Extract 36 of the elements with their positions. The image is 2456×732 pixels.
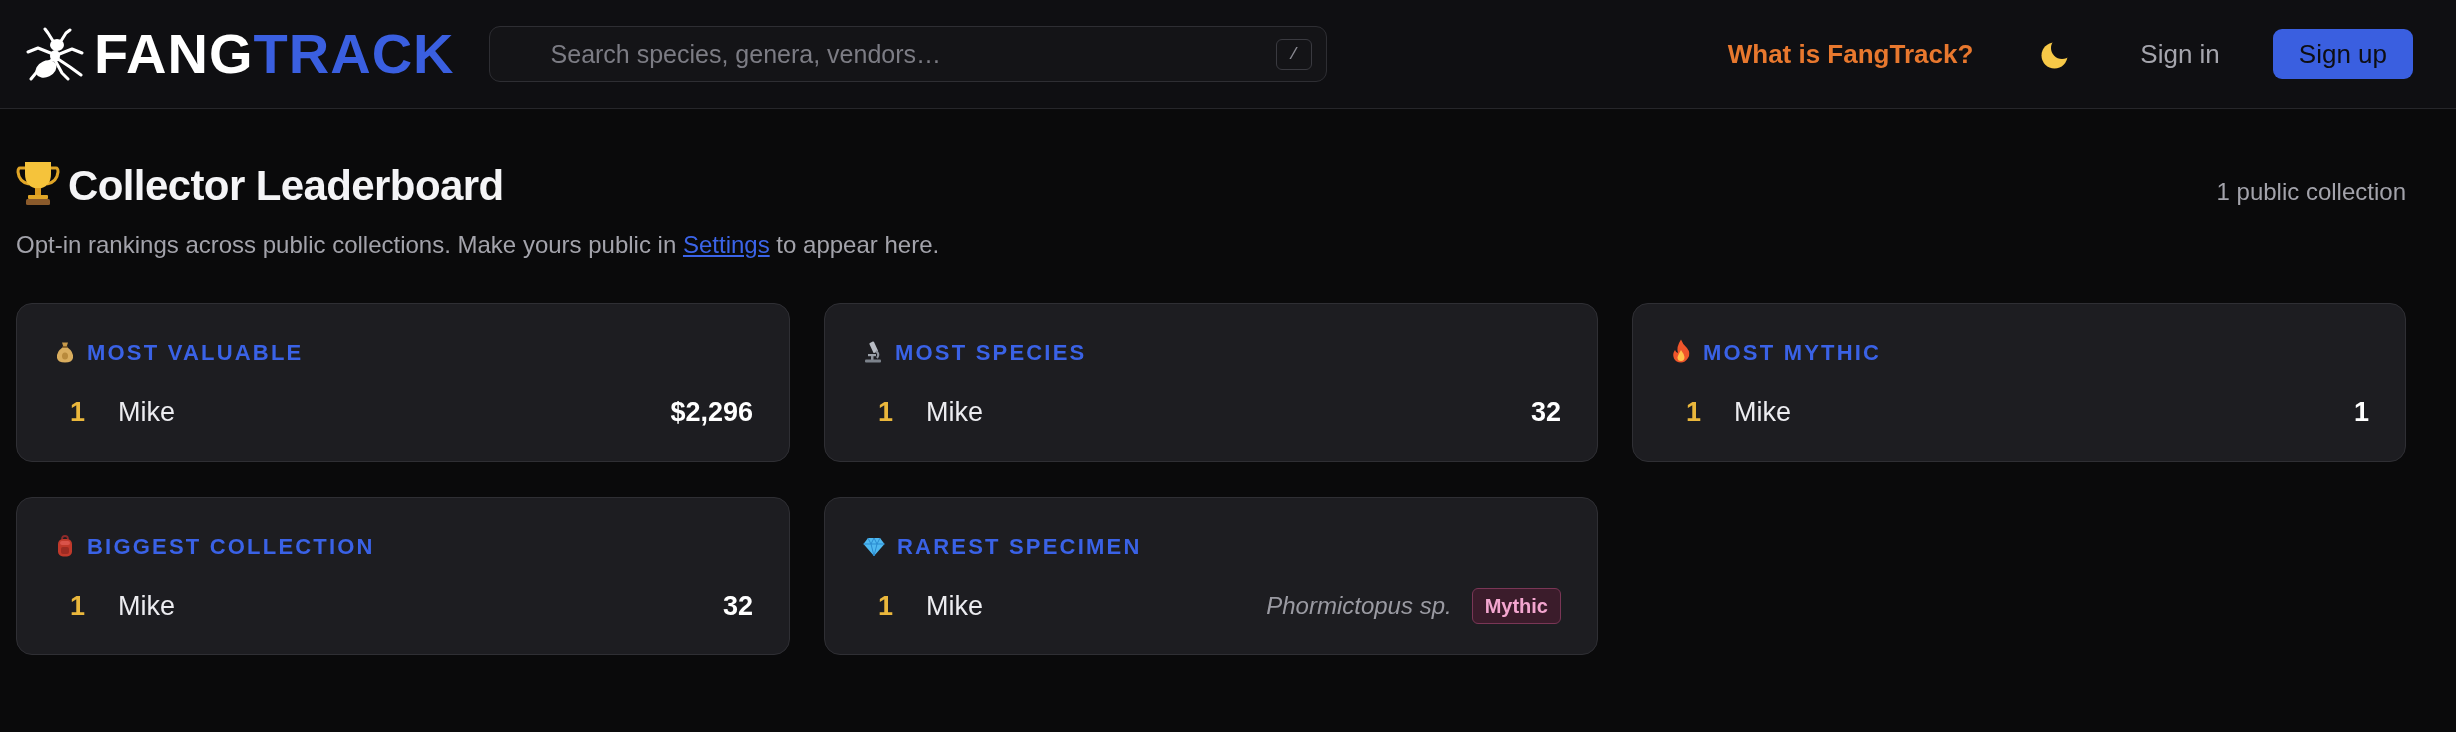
species-name: Phormictopus sp. <box>1266 590 1452 621</box>
rarity-badge: Mythic <box>1471 587 1561 624</box>
trophy-icon <box>16 160 60 206</box>
score-value: 32 <box>1530 396 1561 429</box>
backpack-icon <box>55 534 75 557</box>
rank-number: 1 <box>878 396 895 429</box>
rank-number: 1 <box>70 396 87 429</box>
collector-name: Mike <box>926 589 983 623</box>
score-value: 1 <box>2353 396 2369 429</box>
score-value: $2,296 <box>670 396 753 429</box>
card-title: RAREST SPECIMEN <box>897 533 1142 559</box>
gem-icon <box>863 536 885 557</box>
shortcut-key: / <box>1275 39 1312 70</box>
collector-name: Mike <box>118 589 175 623</box>
card-title: MOST VALUABLE <box>87 340 304 365</box>
logo-wordmark[interactable]: FANGTRACK <box>94 26 455 82</box>
sign-up-button[interactable]: Sign up <box>2272 29 2413 79</box>
rank-number: 1 <box>878 589 895 623</box>
card-title: MOST SPECIES <box>895 340 1087 365</box>
leaderboard-description: Opt-in rankings across public collections. Make yours public in Settings to appear here. <box>16 230 941 260</box>
card-title: MOST MYTHIC <box>1703 340 1882 365</box>
collection-count: 1 public collection <box>2216 177 2406 207</box>
rank-number: 1 <box>70 589 87 623</box>
collector-name: Mike <box>1734 396 1791 429</box>
fire-icon <box>1671 339 1691 363</box>
page-title: Collector Leaderboard <box>68 162 504 209</box>
money-bag-icon <box>55 341 75 363</box>
about-link[interactable]: What is FangTrack? <box>1727 34 1974 74</box>
sign-in-link[interactable]: Sign in <box>2140 34 2220 74</box>
collector-name: Mike <box>926 396 983 429</box>
card-title: BIGGEST COLLECTION <box>87 533 375 559</box>
score-value: 32 <box>722 589 753 623</box>
rank-number: 1 <box>1686 396 1703 429</box>
settings-link[interactable]: Settings <box>682 231 770 258</box>
collector-name: Mike <box>118 396 175 429</box>
microscope-icon <box>863 341 883 363</box>
